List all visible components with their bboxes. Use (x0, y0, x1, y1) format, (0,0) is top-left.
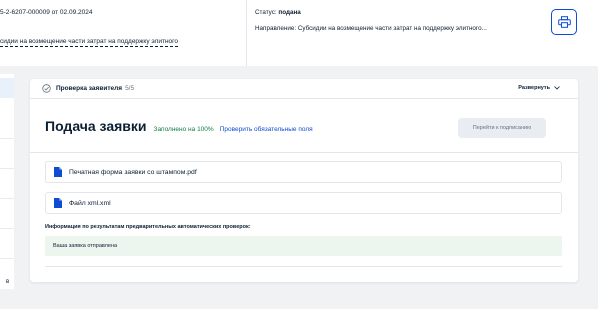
applicant-check-count: 5/5 (125, 85, 135, 92)
file-name: Печатная форма заявки со штампом.pdf (69, 168, 197, 176)
card-divider (30, 152, 578, 153)
left-nav-selected-item[interactable] (0, 78, 14, 98)
application-header: 5-2-6207-000009 от 02.09.2024 сидии на в… (0, 0, 598, 66)
check-required-fields-link[interactable]: Проверить обязательные поля (220, 126, 313, 133)
file-name: Файл xml.xml (69, 199, 111, 207)
application-number: 5-2-6207-000009 от 02.09.2024 (0, 9, 93, 16)
status-label: Статус: (255, 9, 277, 16)
print-button[interactable] (551, 9, 577, 35)
go-to-signing-button[interactable]: Перейти к подписанию (458, 118, 546, 138)
header-divider (246, 0, 247, 66)
left-nav-divider (0, 198, 14, 199)
document-icon (54, 198, 62, 208)
direction-label: Направление: (255, 25, 297, 32)
applicant-check-row[interactable]: Проверка заявителя 5/5 Развернуть (30, 79, 578, 99)
submission-title-row: Подача заявки Заполнено на 100% Проверит… (45, 118, 313, 134)
expand-button[interactable]: Развернуть (518, 85, 560, 91)
card-bottom-divider (45, 266, 562, 267)
check-result-message: Ваша заявка отправлена (45, 236, 562, 256)
application-direction-link[interactable]: сидии на возмещение части затрат на подд… (0, 38, 178, 47)
fill-status: Заполнено на 100% (153, 126, 214, 133)
status-value: подана (278, 9, 301, 16)
left-nav-divider (0, 258, 14, 259)
left-nav-text: в (6, 279, 10, 285)
left-nav-divider (0, 138, 14, 139)
check-circle-icon (42, 84, 51, 93)
expand-label: Развернуть (518, 85, 550, 91)
chevron-down-icon (554, 86, 560, 90)
left-nav-divider (0, 228, 14, 229)
file-item-pdf[interactable]: Печатная форма заявки со штампом.pdf (45, 161, 562, 183)
direction-line: Направление: Субсидии на возмещение част… (255, 25, 487, 32)
page-title: Подача заявки (45, 118, 147, 134)
left-navigation: в (0, 74, 14, 289)
submission-card: Проверка заявителя 5/5 Развернуть Подача… (30, 79, 578, 282)
direction-value: Субсидии на возмещение части затрат на п… (297, 25, 487, 32)
printer-icon (557, 16, 571, 28)
document-icon (54, 167, 62, 177)
check-results-label: Информация по результатам предварительны… (45, 224, 251, 230)
file-item-xml[interactable]: Файл xml.xml (45, 192, 562, 214)
applicant-check-label: Проверка заявителя (56, 85, 123, 92)
left-nav-divider (0, 168, 14, 169)
status-line: Статус: подана (255, 9, 301, 16)
